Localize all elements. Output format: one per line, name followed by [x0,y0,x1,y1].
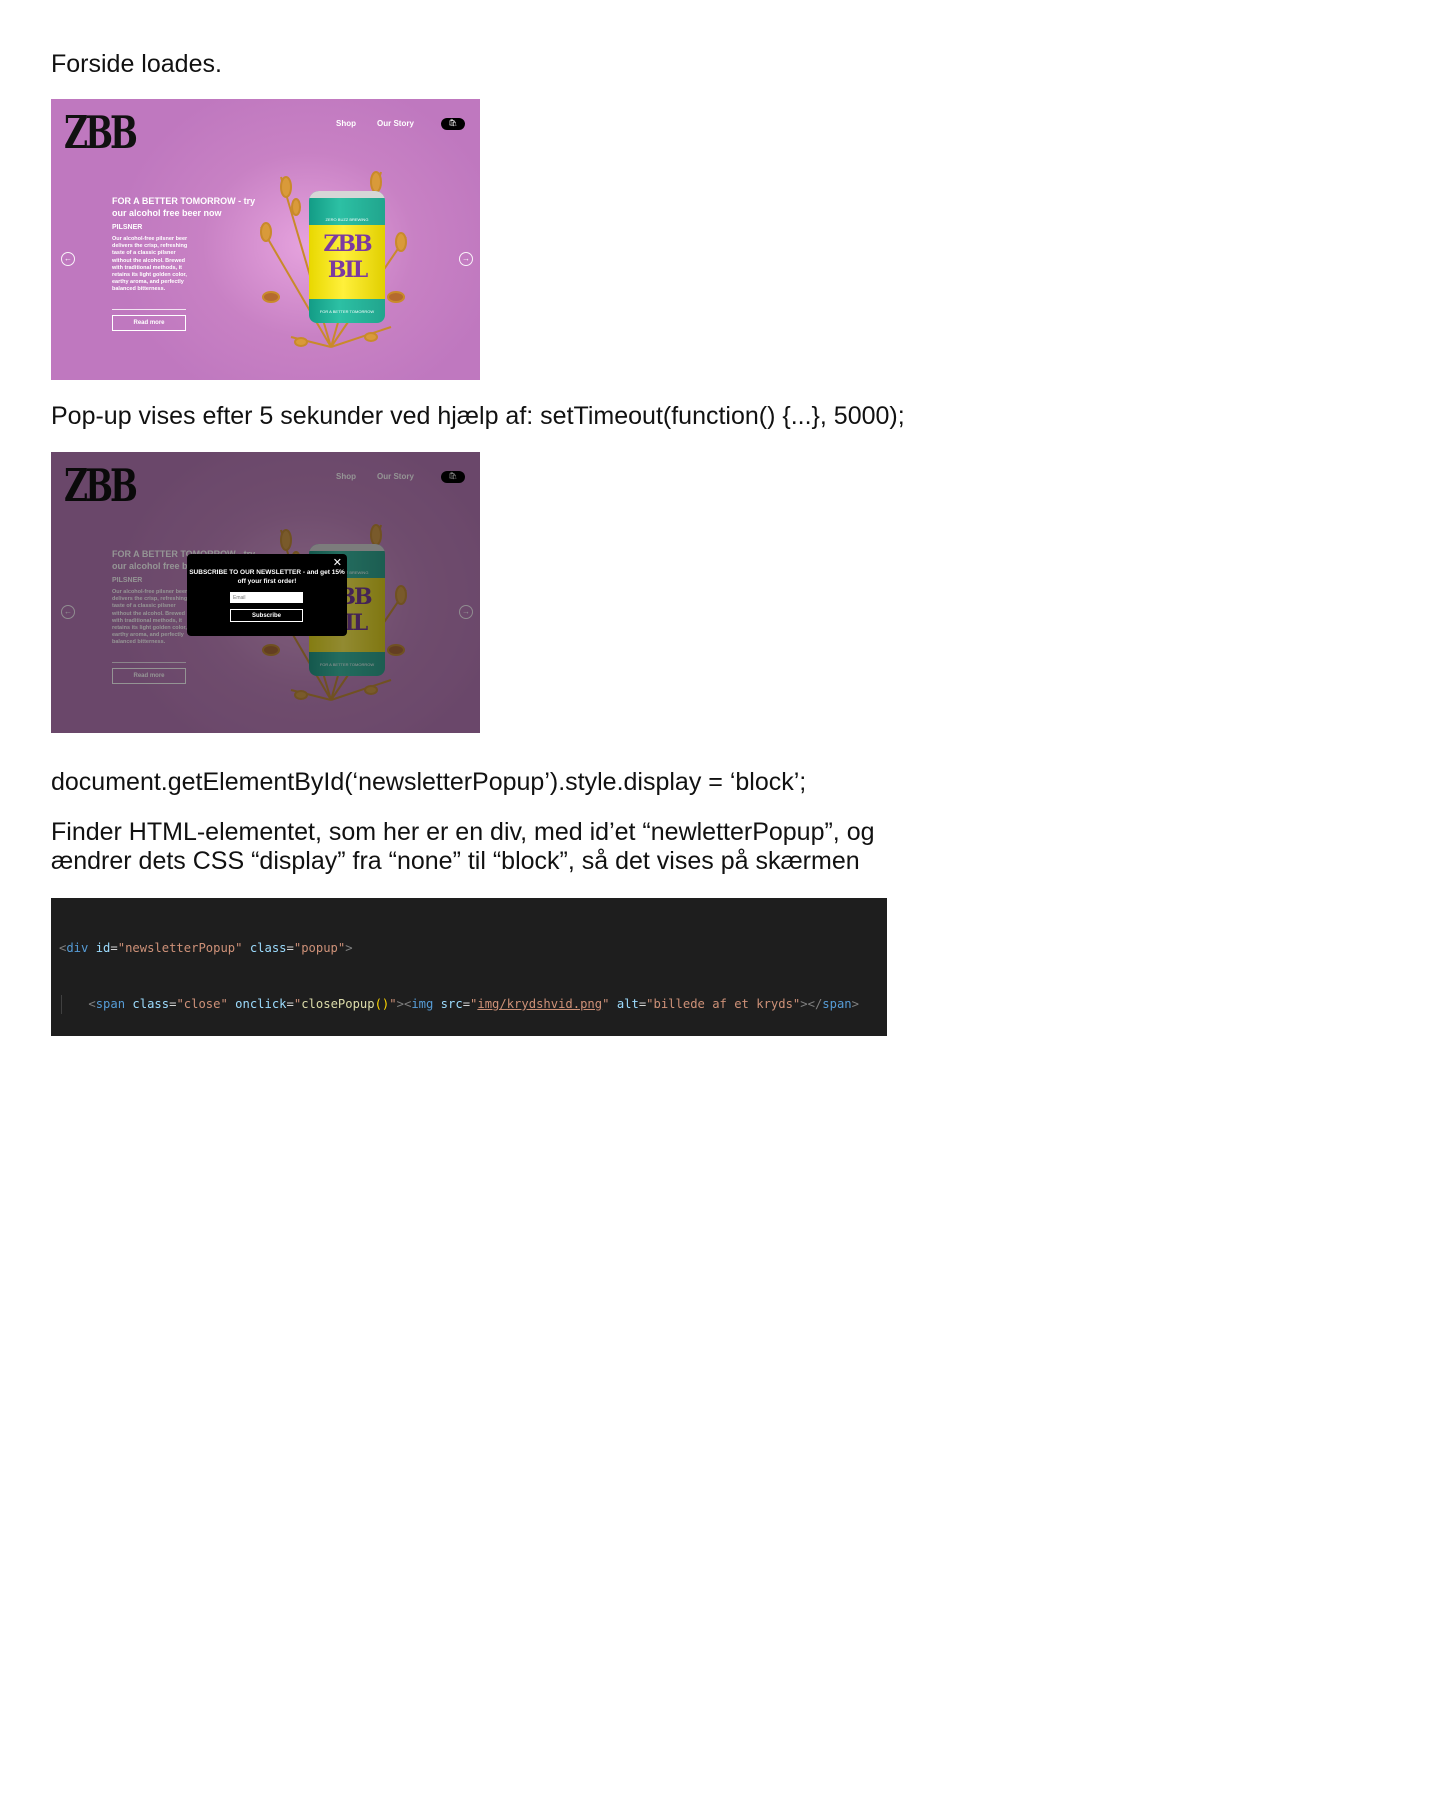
arrow-left-icon[interactable]: ← [61,252,75,266]
arrow-right-icon[interactable]: → [459,605,473,619]
code-line: <span class="close" onclick="closePopup(… [59,994,887,1014]
hero-headline: FOR A BETTER TOMORROW - try our alcohol … [112,196,256,218]
caption-js-line: document.getElementById(‘newsletterPopup… [51,768,807,796]
beer-can: ZERO BUZZ BREWING ZBBBIL FOR A BETTER TO… [309,191,385,323]
cart-button[interactable]: 🛍 [441,118,465,130]
nav-our-story[interactable]: Our Story [377,119,414,128]
divider [112,662,186,663]
code-line: <div id="newsletterPopup" class="popup"> [59,940,353,955]
subscribe-button[interactable]: Subscribe [230,609,303,622]
arrow-right-icon[interactable]: → [459,252,473,266]
arrow-left-icon[interactable]: ← [61,605,75,619]
nav-shop[interactable]: Shop [336,472,356,481]
nav-our-story[interactable]: Our Story [377,472,414,481]
email-field[interactable] [230,592,303,603]
caption-frontpage: Forside loades. [51,50,222,78]
popup-title: SUBSCRIBE TO OUR NEWSLETTER - and get 15… [189,569,345,585]
nav-shop[interactable]: Shop [336,119,356,128]
product-name: PILSNER [112,577,143,584]
can-small-bottom: FOR A BETTER TOMORROW [319,662,375,667]
newsletter-popup: ✕ SUBSCRIBE TO OUR NEWSLETTER - and get … [187,554,347,636]
caption-explanation: Finder HTML-elementet, som her er en div… [51,818,875,875]
site-logo: ZBB [64,459,138,512]
cart-button[interactable]: 🛍 [441,471,465,483]
code-block: <div id="newsletterPopup" class="popup">… [51,898,887,1036]
read-more-button[interactable]: Read more [112,315,186,331]
product-description: Our alcohol-free pilsner beer delivers t… [112,236,188,293]
product-name: PILSNER [112,224,143,231]
site-logo: ZBB [64,106,138,159]
can-small-top: ZERO BUZZ BREWING [325,217,369,222]
divider [112,309,186,310]
bag-icon: 🛍 [448,473,458,480]
caption-popup-timing: Pop-up vises efter 5 sekunder ved hjælp … [51,402,905,430]
can-brand: ZBBBIL [323,231,372,283]
bag-icon: 🛍 [448,120,458,127]
frontpage-screenshot: ZBB Shop Our Story 🛍 ZERO BUZZ BREWING Z… [51,99,480,380]
can-small-bottom: FOR A BETTER TOMORROW [319,309,375,314]
product-description: Our alcohol-free pilsner beer delivers t… [112,589,188,646]
read-more-button[interactable]: Read more [112,668,186,684]
